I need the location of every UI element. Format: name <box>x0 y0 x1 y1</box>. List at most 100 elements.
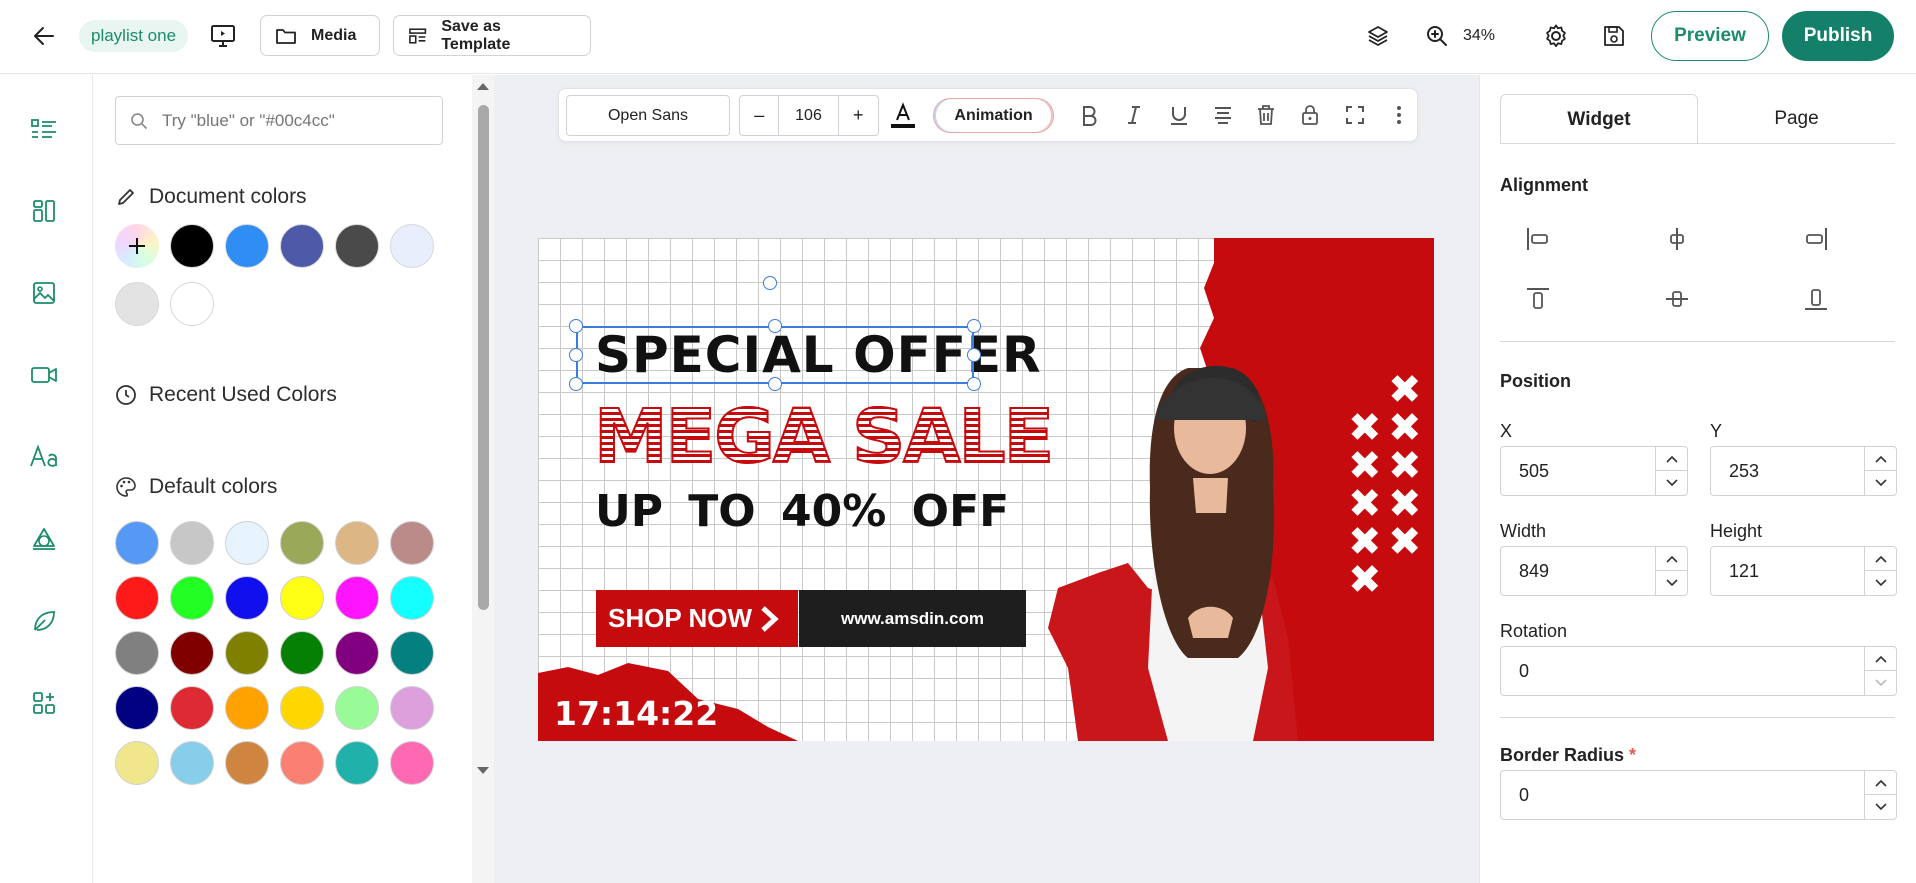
align-text-button[interactable] <box>1206 98 1240 132</box>
more-options-button[interactable] <box>1382 98 1416 132</box>
color-swatch[interactable] <box>170 741 214 785</box>
width-increment[interactable] <box>1656 547 1688 571</box>
resize-handle-nw[interactable] <box>569 319 583 333</box>
align-left-button[interactable] <box>1518 219 1558 259</box>
align-vertical-center-button[interactable] <box>1657 279 1697 319</box>
color-swatch[interactable] <box>170 631 214 675</box>
color-swatch[interactable] <box>170 224 214 268</box>
color-swatch[interactable] <box>390 631 434 675</box>
display-preview-button[interactable] <box>205 14 241 58</box>
height-decrement[interactable] <box>1865 571 1897 595</box>
selection-frame[interactable] <box>576 326 974 384</box>
back-button[interactable] <box>20 14 68 58</box>
rail-playlist[interactable] <box>22 107 66 151</box>
color-swatch[interactable] <box>335 631 379 675</box>
rotation-input[interactable]: 0 <box>1500 646 1897 696</box>
x-input[interactable]: 505 <box>1500 446 1688 496</box>
border-radius-decrement[interactable] <box>1865 795 1897 819</box>
color-swatch[interactable] <box>335 741 379 785</box>
layers-button[interactable] <box>1356 14 1400 58</box>
underline-button[interactable] <box>1162 98 1196 132</box>
y-increment[interactable] <box>1865 447 1897 471</box>
resize-handle-w[interactable] <box>569 348 583 362</box>
fullscreen-button[interactable] <box>1338 98 1372 132</box>
x-increment[interactable] <box>1656 447 1688 471</box>
lock-button[interactable] <box>1293 98 1327 132</box>
color-swatch[interactable] <box>390 224 434 268</box>
color-swatch[interactable] <box>225 741 269 785</box>
shop-now-block[interactable]: SHOP NOW <box>596 590 798 647</box>
align-horizontal-center-button[interactable] <box>1657 219 1697 259</box>
color-swatch[interactable] <box>225 521 269 565</box>
rail-text[interactable] <box>22 435 66 479</box>
save-as-template-button[interactable]: Save as Template <box>393 15 591 56</box>
delete-button[interactable] <box>1249 98 1283 132</box>
color-swatch[interactable] <box>390 576 434 620</box>
color-swatch[interactable] <box>115 741 159 785</box>
color-swatch[interactable] <box>225 224 269 268</box>
color-swatch[interactable] <box>280 521 324 565</box>
color-swatch[interactable] <box>280 686 324 730</box>
color-swatch[interactable] <box>280 576 324 620</box>
font-size-value[interactable]: 106 <box>779 96 839 135</box>
scroll-down-arrow[interactable] <box>477 767 489 774</box>
color-swatch[interactable] <box>335 224 379 268</box>
banner-canvas[interactable]: ✖ ✖ ✖ ✖ ✖ ✖ ✖ ✖ ✖ ✖ SPECIAL OFFER MEGA SALE … <box>538 238 1434 741</box>
resize-handle-sw[interactable] <box>569 377 583 391</box>
color-swatch[interactable] <box>280 224 324 268</box>
height-input[interactable]: 121 <box>1710 546 1897 596</box>
resize-handle-e[interactable] <box>967 348 981 362</box>
website-block[interactable]: www.amsdin.com <box>799 590 1026 647</box>
resize-handle-se[interactable] <box>967 377 981 391</box>
color-swatch[interactable] <box>390 686 434 730</box>
color-swatch[interactable] <box>225 686 269 730</box>
color-search-input[interactable] <box>162 110 412 131</box>
rotate-handle[interactable] <box>763 276 777 290</box>
color-swatch[interactable] <box>335 686 379 730</box>
rail-video[interactable] <box>22 353 66 397</box>
color-swatch[interactable] <box>335 521 379 565</box>
discount-text[interactable]: UP TO 40% OFF <box>595 486 1009 537</box>
tab-widget[interactable]: Widget <box>1500 94 1698 144</box>
rail-shapes[interactable] <box>22 517 66 561</box>
align-right-button[interactable] <box>1796 219 1836 259</box>
color-swatch[interactable] <box>225 631 269 675</box>
color-swatch[interactable] <box>170 686 214 730</box>
x-decrement[interactable] <box>1656 471 1688 495</box>
resize-handle-ne[interactable] <box>967 319 981 333</box>
color-swatch[interactable] <box>335 576 379 620</box>
scroll-thumb[interactable] <box>478 105 489 610</box>
italic-button[interactable] <box>1117 98 1151 132</box>
color-swatch[interactable] <box>170 576 214 620</box>
color-swatch[interactable] <box>390 521 434 565</box>
rail-images[interactable] <box>22 271 66 315</box>
color-swatch[interactable] <box>280 631 324 675</box>
color-swatch[interactable] <box>225 576 269 620</box>
media-button[interactable]: Media <box>260 15 380 56</box>
animation-button[interactable]: Animation <box>933 98 1054 133</box>
border-radius-input[interactable]: 0 <box>1500 770 1897 820</box>
color-swatch[interactable] <box>115 282 159 326</box>
rotation-decrement[interactable] <box>1865 671 1897 695</box>
color-swatch[interactable] <box>115 631 159 675</box>
preview-button[interactable]: Preview <box>1651 11 1769 61</box>
font-size-decrease[interactable]: – <box>740 96 780 135</box>
text-color-button[interactable] <box>886 98 920 132</box>
rail-templates[interactable] <box>22 189 66 233</box>
color-swatch[interactable] <box>115 686 159 730</box>
resize-handle-s[interactable] <box>768 377 782 391</box>
width-input[interactable]: 849 <box>1500 546 1688 596</box>
playlist-name-badge[interactable]: playlist one <box>79 20 189 52</box>
scroll-up-arrow[interactable] <box>477 83 489 90</box>
rotation-increment[interactable] <box>1865 647 1897 671</box>
color-swatch[interactable] <box>115 576 159 620</box>
color-panel-scrollbar[interactable] <box>472 75 494 883</box>
color-swatch[interactable] <box>170 521 214 565</box>
align-top-button[interactable] <box>1518 279 1558 319</box>
color-swatch[interactable] <box>390 741 434 785</box>
color-swatch[interactable] <box>170 282 214 326</box>
publish-button[interactable]: Publish <box>1782 11 1894 61</box>
tab-page[interactable]: Page <box>1698 94 1895 144</box>
width-decrement[interactable] <box>1656 571 1688 595</box>
bold-button[interactable] <box>1072 98 1106 132</box>
